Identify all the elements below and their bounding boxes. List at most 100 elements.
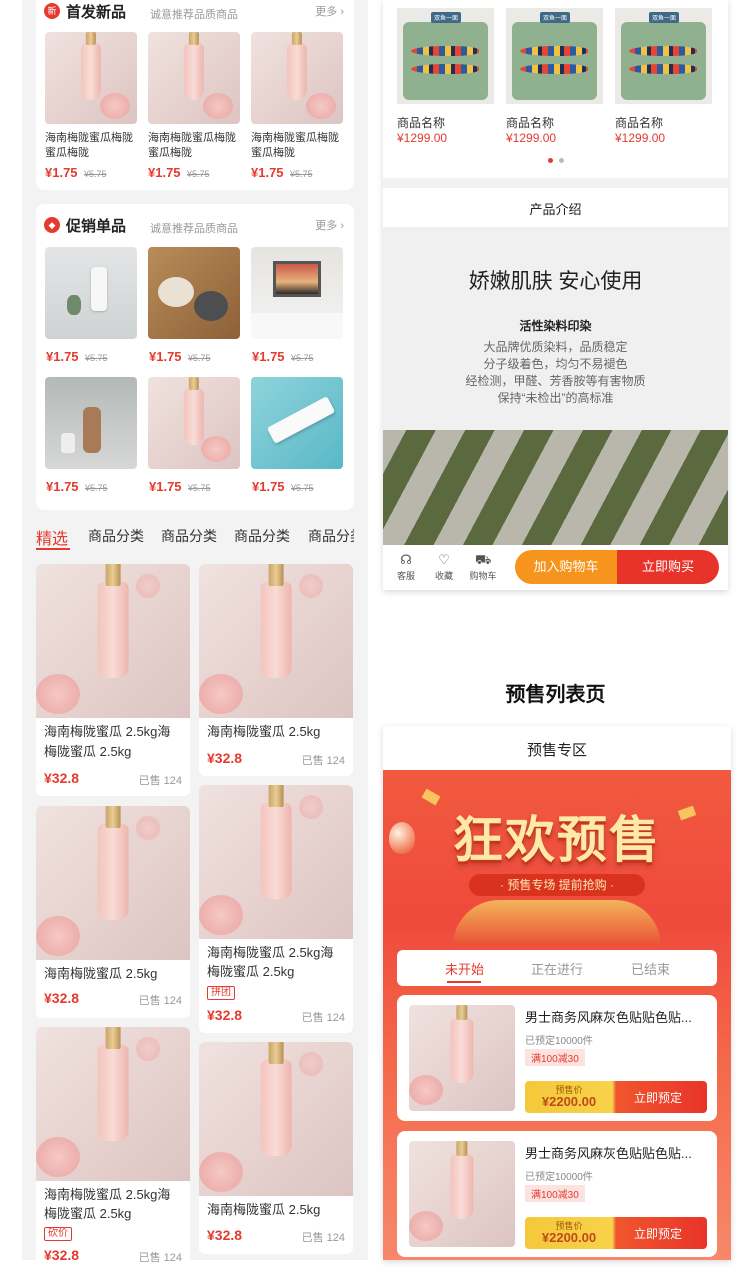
pillow-badge: 双鱼一面 bbox=[649, 12, 680, 23]
sold-count: 已售 124 bbox=[301, 1232, 345, 1244]
presale-item[interactable]: 男士商务风麻灰色贴贴色贴... 已预定10000件 满100减30 预售价 ¥2… bbox=[397, 1131, 717, 1257]
new-products-subtitle: 诚意推荐品质商品 bbox=[150, 9, 238, 21]
product-price: ¥32.8 bbox=[44, 990, 80, 1006]
presale-booked-count: 已预定10000件 bbox=[525, 1172, 593, 1183]
banner-subtitle: · 预售专场 提前抢购 · bbox=[469, 874, 645, 896]
promo-products-title: 促销单品 bbox=[66, 218, 127, 235]
tab-category[interactable]: 商品分类 bbox=[161, 526, 217, 546]
cart-label: 购物车 bbox=[469, 571, 497, 581]
speaker-image bbox=[148, 247, 240, 339]
product-price: ¥32.8 bbox=[207, 750, 243, 766]
more-label: 更多 bbox=[315, 220, 338, 232]
grid-product-card[interactable]: 海南梅陇蜜瓜 2.5kg海 梅陇蜜瓜 2.5kg ¥32.8 已售 124 bbox=[36, 564, 190, 796]
presale-booked-count: 已预定10000件 bbox=[525, 1036, 593, 1047]
tab-category[interactable]: 商品分类 bbox=[234, 526, 290, 546]
reserve-button-label: 立即预定 bbox=[633, 1227, 682, 1241]
sold-count: 已售 124 bbox=[138, 995, 182, 1007]
bargain-tag: 砍价 bbox=[44, 1227, 72, 1241]
product-name: 海南梅陇蜜瓜梅陇蜜瓜梅陇 bbox=[45, 132, 133, 159]
presale-item[interactable]: 男士商务风麻灰色贴贴色贴... 已预定10000件 满100减30 预售价 ¥2… bbox=[397, 995, 717, 1121]
product-name-line2: 梅陇蜜瓜 2.5kg bbox=[44, 1206, 132, 1221]
category-tabs: 精选 商品分类 商品分类 商品分类 商品分类 bbox=[22, 522, 368, 552]
grid-product-card[interactable]: 海南梅陇蜜瓜 2.5kg ¥32.8 已售 124 bbox=[36, 806, 190, 1018]
recommend-price: ¥1299.00 bbox=[506, 131, 557, 145]
service-button[interactable]: ☊ 客服 bbox=[391, 553, 421, 582]
product-name-line1: 海南梅陇蜜瓜 2.5kg bbox=[207, 1202, 321, 1217]
cart-button[interactable]: ⛟ 购物车 bbox=[468, 553, 498, 582]
tab-active-indicator bbox=[447, 981, 481, 983]
grid-product-card[interactable]: 海南梅陇蜜瓜 2.5kg ¥32.8 已售 124 bbox=[199, 1042, 353, 1254]
intro-feature-title: 活性染料印染 bbox=[519, 319, 592, 333]
product-image bbox=[199, 785, 353, 939]
buy-now-button[interactable]: 立即购买 bbox=[617, 550, 719, 584]
grid-product-card[interactable]: 海南梅陇蜜瓜 2.5kg海 梅陇蜜瓜 2.5kg 拼团 ¥32.8 已售 124 bbox=[199, 785, 353, 1033]
intro-line: 大品牌优质染料，品质稳定 bbox=[483, 340, 628, 354]
reserve-button[interactable]: 预售价 ¥2200.00 立即预定 bbox=[525, 1217, 707, 1249]
product-old-price: ¥5.75 bbox=[85, 353, 108, 363]
chevron-right-icon: › bbox=[340, 220, 344, 232]
product-price: ¥32.8 bbox=[207, 1227, 243, 1243]
sold-count: 已售 124 bbox=[301, 755, 345, 767]
reserve-button-label: 立即预定 bbox=[633, 1091, 682, 1105]
promo-products-card: ◆ 促销单品 诚意推荐品质商品 更多 › ¥1.75 ¥5.75 ¥1.75 ¥… bbox=[36, 204, 354, 510]
product-price: ¥32.8 bbox=[44, 1247, 80, 1263]
carousel-dot[interactable] bbox=[559, 158, 564, 163]
product-price: ¥1.75 bbox=[46, 349, 79, 364]
pillow-image: 双鱼一面 bbox=[615, 8, 712, 104]
sold-count: 已售 124 bbox=[138, 1252, 182, 1264]
bottom-action-bar: ☊ 客服 ♡ 收藏 ⛟ 购物车 加入购物车 立即购买 bbox=[383, 545, 728, 590]
recommend-name: 商品名称 bbox=[506, 116, 555, 130]
tab-category[interactable]: 商品分类 bbox=[88, 526, 144, 546]
banner-stage bbox=[453, 900, 661, 946]
presale-section-title: 预售列表页 bbox=[505, 684, 606, 706]
more-label: 更多 bbox=[315, 6, 338, 18]
tab-category[interactable]: 商品分类 bbox=[308, 526, 354, 546]
tab-featured[interactable]: 精选 bbox=[36, 525, 68, 549]
grid-product-card[interactable]: 海南梅陇蜜瓜 2.5kg ¥32.8 已售 124 bbox=[199, 564, 353, 776]
favorite-button[interactable]: ♡ 收藏 bbox=[429, 553, 459, 582]
promo-tag: 满100减30 bbox=[525, 1049, 585, 1066]
product-name-line1: 海南梅陇蜜瓜 2.5kg bbox=[207, 724, 321, 739]
grid-product-card[interactable]: 海南梅陇蜜瓜 2.5kg海 梅陇蜜瓜 2.5kg 砍价 ¥32.8 已售 124 bbox=[36, 1027, 190, 1267]
divider bbox=[383, 178, 728, 188]
product-old-price: ¥5.75 bbox=[291, 353, 314, 363]
promo-tag: 满100减30 bbox=[525, 1185, 585, 1202]
pillow-badge: 双鱼一面 bbox=[540, 12, 571, 23]
product-image bbox=[36, 564, 190, 718]
cart-icon: ⛟ bbox=[475, 552, 492, 567]
product-name-line2: 梅陇蜜瓜 2.5kg bbox=[207, 964, 295, 979]
intro-section: 娇嫩肌肤 安心使用 活性染料印染 大品牌优质染料，品质稳定 分子级着色，均匀不易… bbox=[383, 227, 728, 430]
product-name: 海南梅陇蜜瓜梅陇蜜瓜梅陇 bbox=[148, 132, 236, 159]
soap-dispenser-image bbox=[45, 247, 137, 339]
carousel-dots bbox=[548, 158, 568, 164]
tab-not-started[interactable]: 未开始 bbox=[445, 959, 484, 978]
promo-products-more-link[interactable]: 更多 › bbox=[315, 217, 344, 233]
new-products-more-link[interactable]: 更多 › bbox=[315, 3, 344, 19]
presale-banner: 狂欢预售 · 预售专场 提前抢购 · 未开始 正在进行 已结束 男士商务风麻灰色… bbox=[383, 770, 731, 1260]
product-price: ¥1.75 bbox=[45, 165, 78, 180]
new-products-card: 新 首发新品 诚意推荐品质商品 更多 › 海南梅陇蜜瓜梅陇蜜瓜梅陇 ¥1.75 … bbox=[36, 0, 354, 190]
reserve-button[interactable]: 预售价 ¥2200.00 立即预定 bbox=[525, 1081, 707, 1113]
tab-in-progress[interactable]: 正在进行 bbox=[531, 959, 583, 978]
presale-header: 预售专区 bbox=[526, 742, 587, 759]
product-price: ¥1.75 bbox=[251, 165, 284, 180]
intro-header: 产品介绍 bbox=[529, 202, 582, 217]
product-old-price: ¥5.75 bbox=[187, 169, 210, 179]
recommend-name: 商品名称 bbox=[615, 116, 664, 130]
power-strip-image bbox=[251, 377, 343, 469]
sold-count: 已售 124 bbox=[138, 775, 182, 787]
product-image bbox=[36, 1027, 190, 1181]
product-name-line1: 海南梅陇蜜瓜 2.5kg海 bbox=[207, 945, 334, 960]
tab-active-indicator bbox=[36, 548, 70, 550]
intro-line: 经检测，甲醛、芳香胺等有害物质 bbox=[465, 374, 646, 388]
carousel-dot-active[interactable] bbox=[548, 158, 553, 163]
product-image bbox=[199, 1042, 353, 1196]
add-to-cart-button[interactable]: 加入购物车 bbox=[515, 550, 617, 584]
product-image bbox=[199, 564, 353, 718]
tab-ended[interactable]: 已结束 bbox=[631, 959, 670, 978]
product-price: ¥1.75 bbox=[149, 349, 182, 364]
product-price: ¥32.8 bbox=[207, 1007, 243, 1023]
banner-title: 狂欢预售 bbox=[453, 812, 661, 868]
product-image bbox=[409, 1141, 515, 1247]
presale-price: ¥2200.00 bbox=[541, 1094, 597, 1109]
